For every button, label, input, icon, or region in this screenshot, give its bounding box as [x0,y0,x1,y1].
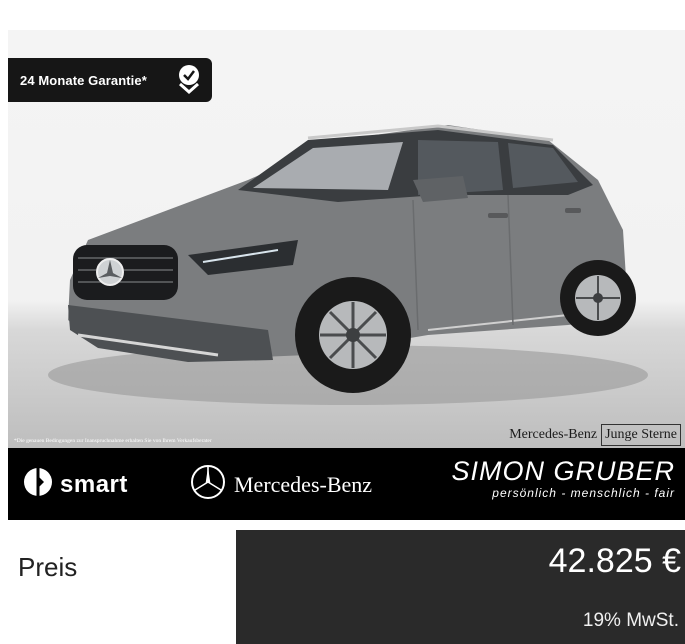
junge-sterne-brand: Mercedes-Benz [509,427,598,442]
disclaimer-text: *Die genauen Bedingungen zur Inanspruchn… [14,438,212,444]
mercedes-star-icon [190,464,226,505]
smart-wordmark: smart [60,470,128,498]
smart-logo: smart [22,466,128,503]
dealer-slogan: persönlich - menschlich - fair [492,486,675,500]
vat-note: 19% MwSt. [582,610,679,631]
warranty-badge: 24 Monate Garantie* [8,58,212,102]
dealer-logo: SIMON GRUBER persönlich - menschlich - f… [451,456,675,500]
mercedes-wordmark: Mercedes-Benz [234,471,373,497]
price-value: 42.825 € [548,542,681,580]
price-box: 42.825 € 19% MwSt. [236,530,685,644]
junge-sterne-program: Junge Sterne [601,424,681,446]
warranty-text: 24 Monate Garantie* [20,72,147,88]
smart-logo-icon [22,466,54,503]
check-badge-icon [176,64,202,99]
price-label: Preis [18,552,78,582]
brand-bar: smart Mercedes-Benz SIMON GRUBER persönl… [8,448,685,520]
car-photo[interactable]: 24 Monate Garantie* *Die genauen Bedingu… [8,30,685,520]
dealer-name: SIMON GRUBER [451,456,675,486]
junge-sterne-logo: Mercedes-Benz Junge Sterne [509,422,681,448]
mercedes-logo: Mercedes-Benz [190,464,372,505]
